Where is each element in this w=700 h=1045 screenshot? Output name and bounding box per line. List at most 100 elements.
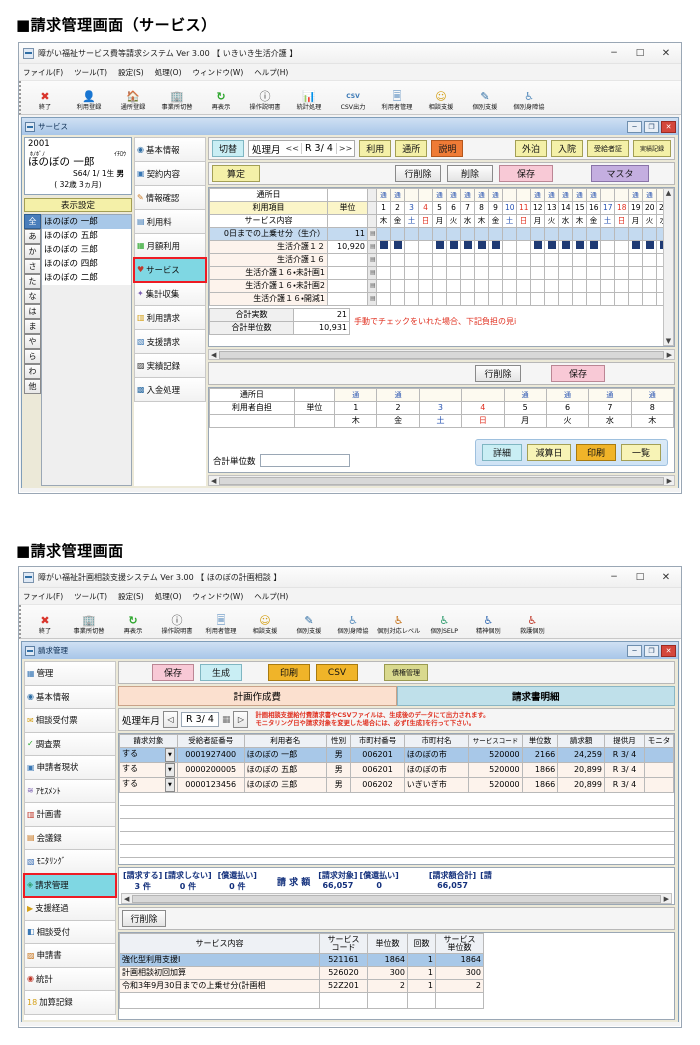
calendar-check-cell[interactable] xyxy=(404,240,419,254)
calendar-day-cell[interactable]: 通 xyxy=(558,188,573,202)
calendar-day-cell[interactable]: 12 xyxy=(530,201,545,215)
calendar-check-cell[interactable] xyxy=(614,266,629,280)
column-header[interactable]: 提供月 xyxy=(603,734,646,748)
detail-row-delete-button[interactable]: 行削除 xyxy=(122,910,166,927)
sidebar-item-meeting-record[interactable]: ▤ 会議録 xyxy=(24,826,116,850)
toolbar-button-refresh[interactable]: ↻ 再表示 xyxy=(199,90,243,113)
sidebar-item-statistics[interactable]: ◉ 統計 xyxy=(24,967,116,991)
calendar-day-cell[interactable]: 月 xyxy=(530,214,545,228)
calendar-day-cell[interactable]: 通 xyxy=(544,188,559,202)
column-header-content[interactable]: サービス内容 xyxy=(119,933,320,954)
calendar-check-cell[interactable] xyxy=(628,240,643,254)
sidebar-item-support-progress[interactable]: ▶ 支援経過 xyxy=(24,897,116,921)
sidebar-item-plan-document[interactable]: ▥ 計画書 xyxy=(24,803,116,827)
calendar-day-cell[interactable]: 火 xyxy=(544,214,559,228)
list-item[interactable]: ほのぼの 一郎 xyxy=(42,215,131,229)
service-calendar-grid[interactable]: 通所日通通通通通通通通通通通通通通利用項目 単位 1 2 3 4 5 6 7 8 9 10 11 12 13… xyxy=(208,187,675,347)
calendar-check-cell[interactable] xyxy=(488,292,503,306)
burden-day-cell[interactable]: 1 xyxy=(334,401,378,415)
calendar-check-cell[interactable] xyxy=(572,240,587,254)
calendar-day-cell[interactable]: 木 xyxy=(376,214,391,228)
calendar-day-cell[interactable]: 16 xyxy=(586,201,601,215)
column-header[interactable]: モニタ xyxy=(644,734,674,748)
calendar-day-cell[interactable]: 1 xyxy=(376,201,391,215)
mdi-close-button[interactable]: ✕ xyxy=(661,644,676,657)
column-header[interactable]: サービスコード xyxy=(468,734,523,748)
close-button[interactable]: ✕ xyxy=(653,567,679,587)
toolbar-button-office-switch[interactable]: 🏢 事業所切替 xyxy=(67,614,111,637)
toolbar-button-refresh[interactable]: ↻ 再表示 xyxy=(111,614,155,637)
sidebar-item-monthly-usage[interactable]: ▦ 月額利用 xyxy=(134,234,206,258)
calendar-check-cell[interactable] xyxy=(628,227,643,241)
row-expand-icon[interactable]: ▤ xyxy=(367,253,377,267)
calendar-check-cell[interactable] xyxy=(600,292,615,306)
calendar-day-cell[interactable]: 月 xyxy=(432,214,447,228)
burden-table-container[interactable]: 通所日通通通通通通利用者自担 単位 1 2 3 4 5 6 7 8 木金土日月火水木 合計単位数 詳… xyxy=(208,387,675,473)
calendar-day-cell[interactable]: 火 xyxy=(446,214,461,228)
row-expand-icon[interactable]: ▤ xyxy=(367,240,377,254)
column-header[interactable]: 市町村名 xyxy=(403,734,470,748)
burden-day-cell[interactable]: 4 xyxy=(461,401,505,415)
column-header-count[interactable]: 回数 xyxy=(407,933,436,954)
toolbar-button-individual-disability[interactable]: ♿ 個別身障協 xyxy=(331,614,375,637)
burden-day-cell[interactable]: 8 xyxy=(630,401,674,415)
calendar-check-cell[interactable] xyxy=(614,253,629,267)
calendar-check-cell[interactable] xyxy=(558,240,573,254)
detail-row[interactable]: 計画相談初回加算 526020 300 1 300 xyxy=(119,966,484,980)
burden-attendance-cell[interactable]: 通 xyxy=(588,388,632,402)
explanation-button[interactable]: 説明 xyxy=(431,140,464,157)
client-list[interactable]: ほのぼの 一郎 ほのぼの 五郎 ほのぼの 三郎 ほのぼの 四郎 ほのぼの 二郎 xyxy=(41,214,132,486)
period-next-button[interactable]: ▷ xyxy=(233,711,249,728)
delete-button[interactable]: 削除 xyxy=(447,165,493,182)
calendar-check-cell[interactable] xyxy=(516,292,531,306)
calendar-day-cell[interactable]: 日 xyxy=(516,214,531,228)
list-item[interactable]: ほのぼの 三郎 xyxy=(42,243,131,257)
toolbar-button-manual[interactable]: ⓘ 操作説明書 xyxy=(243,90,287,113)
burden-day-cell[interactable]: 7 xyxy=(588,401,632,415)
period-spinner-icon[interactable]: ▦ xyxy=(222,715,231,725)
calendar-day-cell[interactable]: 通 xyxy=(642,188,657,202)
calendar-data-row[interactable]: 生活介護１２ 10,920 ▤ xyxy=(209,240,663,254)
calendar-check-cell[interactable] xyxy=(432,227,447,241)
calendar-check-cell[interactable] xyxy=(586,240,601,254)
calendar-check-cell[interactable] xyxy=(418,227,433,241)
sidebar-item-basic-info[interactable]: ◉ 基本情報 xyxy=(134,138,206,162)
calendar-check-cell[interactable] xyxy=(642,279,657,293)
calendar-check-cell[interactable] xyxy=(628,266,643,280)
mdi-maximize-button[interactable]: ❐ xyxy=(644,644,659,657)
calendar-check-cell[interactable] xyxy=(516,279,531,293)
calendar-check-cell[interactable] xyxy=(544,253,559,267)
maximize-button[interactable]: □ xyxy=(627,43,653,63)
deduction-date-button[interactable]: 減算日 xyxy=(527,444,571,461)
period-value[interactable]: R 3/ 4 xyxy=(181,712,219,727)
calendar-day-cell[interactable]: 9 xyxy=(488,201,503,215)
list-button[interactable]: 一覧 xyxy=(621,444,661,461)
calendar-check-cell[interactable] xyxy=(488,253,503,267)
toolbar-button-statistics[interactable]: 📊 統計処理 xyxy=(287,90,331,113)
sidebar-item-basic-info[interactable]: ◉ 基本情報 xyxy=(24,685,116,709)
summary-hscrollbar[interactable]: ◀ ▶ xyxy=(121,893,672,904)
calendar-data-row[interactable]: 生活介護１６ ▤ xyxy=(209,253,663,267)
calendar-check-cell[interactable] xyxy=(614,279,629,293)
menu-process[interactable]: 処理(O) xyxy=(155,591,182,602)
row-expand-icon[interactable]: ▤ xyxy=(367,227,377,241)
calendar-day-cell[interactable] xyxy=(516,188,531,202)
toolbar-button-exit[interactable]: ✖ 終了 xyxy=(23,90,67,113)
calendar-check-cell[interactable] xyxy=(558,227,573,241)
lower-save-button[interactable]: 保存 xyxy=(551,365,605,382)
kana-index-ya[interactable]: や xyxy=(24,334,41,349)
calendar-day-cell[interactable]: 11 xyxy=(516,201,531,215)
calendar-check-cell[interactable] xyxy=(642,227,657,241)
calendar-day-cell[interactable]: 日 xyxy=(418,214,433,228)
calendar-check-cell[interactable] xyxy=(404,279,419,293)
calendar-check-cell[interactable] xyxy=(446,253,461,267)
calendar-check-cell[interactable] xyxy=(572,292,587,306)
calendar-check-cell[interactable] xyxy=(376,240,391,254)
print-button[interactable]: 印刷 xyxy=(576,444,616,461)
calendar-day-cell[interactable]: 金 xyxy=(390,214,405,228)
calendar-check-cell[interactable] xyxy=(516,227,531,241)
menu-help[interactable]: ヘルプ(H) xyxy=(254,591,288,602)
calendar-check-cell[interactable] xyxy=(516,266,531,280)
calendar-data-row[interactable]: 生活介護１６・未計画1 ▤ xyxy=(209,266,663,280)
calendar-day-cell[interactable]: 通 xyxy=(488,188,503,202)
